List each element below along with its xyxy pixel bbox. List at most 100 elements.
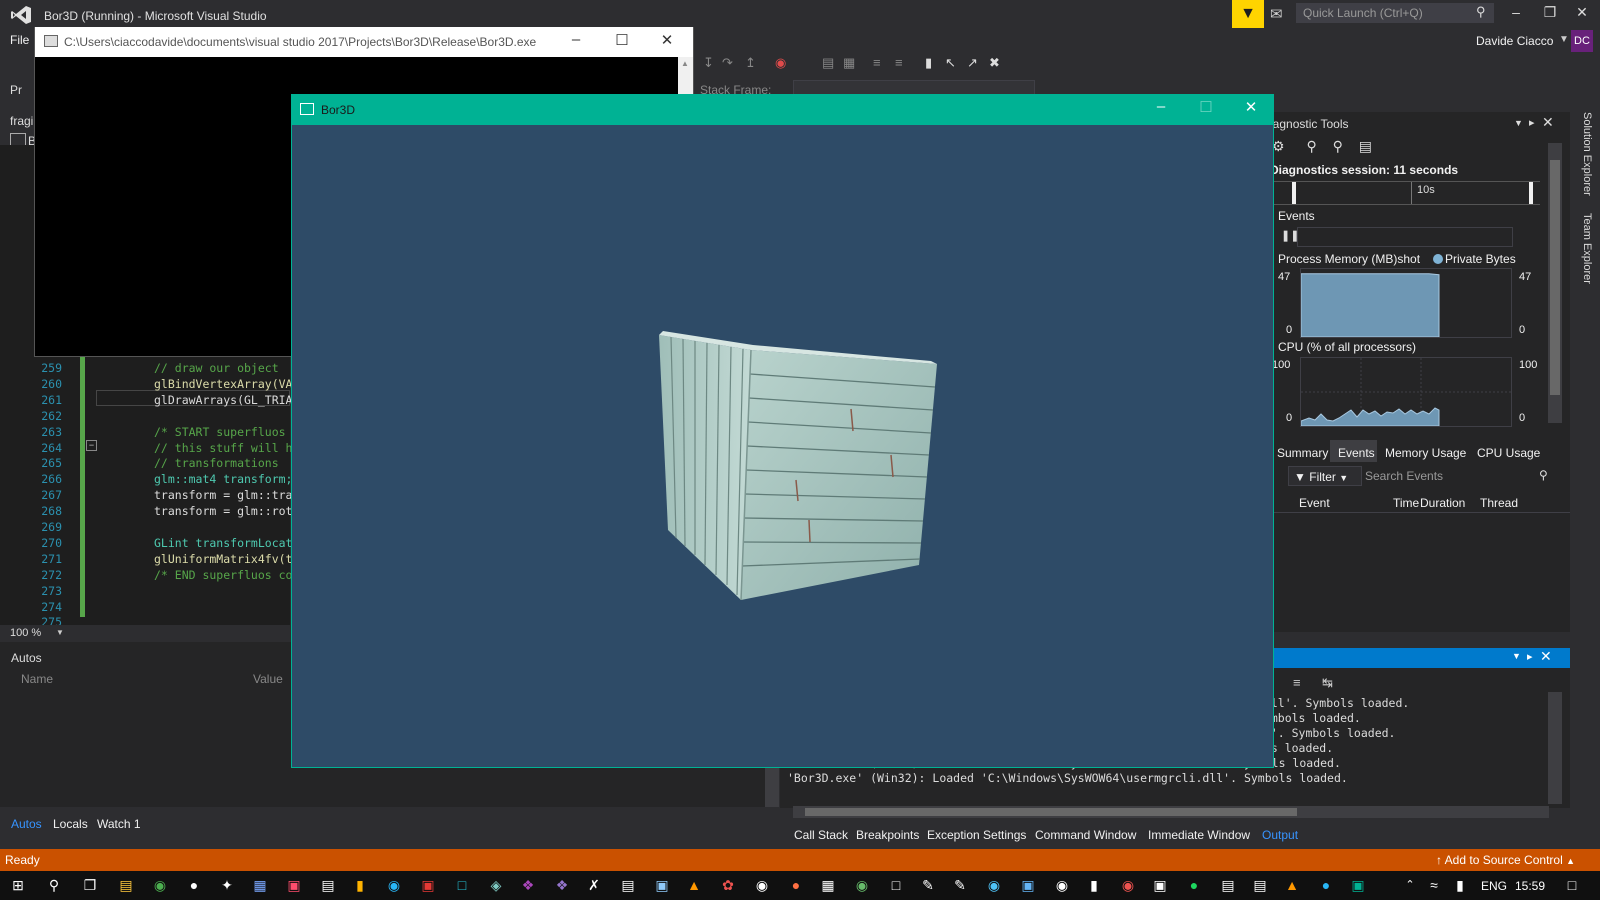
minimize-button[interactable]: – (1506, 4, 1526, 20)
breakpoints-icon[interactable]: ◉ (775, 55, 786, 71)
next-bookmark-icon[interactable]: ↗ (967, 55, 978, 71)
step-over-icon[interactable]: ↷ (722, 55, 733, 71)
skype-icon[interactable]: ● (1316, 875, 1336, 895)
side-tab-team-explorer[interactable]: Team Explorer (1581, 213, 1593, 284)
console-close-button[interactable]: ✕ (652, 31, 682, 49)
app-icon[interactable]: ◉ (1118, 875, 1138, 895)
close-icon[interactable]: ✕ (1542, 114, 1554, 131)
app-icon[interactable]: ● (184, 875, 204, 895)
clear-bookmarks-icon[interactable]: ✖ (989, 55, 1000, 71)
code-line[interactable]: /* END superfluos co (154, 568, 292, 582)
tab-immediate-window[interactable]: Immediate Window (1148, 828, 1250, 842)
app-icon[interactable]: ▣ (1018, 875, 1038, 895)
tab-memory-usage[interactable]: Memory Usage (1385, 446, 1466, 460)
tab-cpu-usage[interactable]: CPU Usage (1477, 446, 1540, 460)
code-line[interactable]: /* START superfluos (154, 425, 286, 439)
language-indicator[interactable]: ENG (1481, 879, 1507, 893)
timeline-handle-right[interactable] (1529, 182, 1533, 204)
timeline-handle-left[interactable] (1292, 182, 1296, 204)
sublime-icon[interactable]: ▮ (350, 875, 370, 895)
tab-exception-settings[interactable]: Exception Settings (927, 828, 1026, 842)
notifications-icon[interactable]: □ (1562, 875, 1582, 895)
chevron-up-icon[interactable]: ⌃ (1400, 875, 1420, 895)
console-maximize-button[interactable]: ☐ (607, 31, 637, 49)
memory-section-label[interactable]: Process Memory (MB)shot (1278, 252, 1420, 266)
zoom-out-icon[interactable]: ⚲ (1333, 138, 1343, 154)
code-line[interactable]: glm::mat4 transform; (154, 472, 292, 486)
bor3d-minimize-button[interactable]: – (1146, 98, 1176, 115)
app-icon[interactable]: ▤ (1250, 875, 1270, 895)
code-line[interactable]: // draw our object (154, 361, 279, 375)
app-icon[interactable]: ▦ (818, 875, 838, 895)
feedback-icon[interactable]: ✉ (1270, 5, 1283, 23)
app-icon[interactable]: ▮ (1084, 875, 1104, 895)
restore-button[interactable]: ❐ (1540, 4, 1560, 21)
search-icon[interactable]: ⚲ (1476, 4, 1486, 20)
pin-icon[interactable]: ▸ (1527, 650, 1533, 663)
close-icon[interactable]: ✕ (1540, 648, 1552, 665)
tab-breakpoints[interactable]: Breakpoints (856, 828, 919, 842)
tab-locals[interactable]: Locals (53, 817, 88, 831)
app-icon[interactable]: ✎ (918, 875, 938, 895)
step-into-icon[interactable]: ↧ (703, 55, 714, 71)
add-to-source-control-button[interactable]: ↑ Add to Source Control ▲ (1436, 853, 1575, 867)
thread-icon[interactable]: ▤ (822, 55, 834, 71)
cpu-section-label[interactable]: CPU (% of all processors) (1278, 340, 1416, 354)
tab-watch-1[interactable]: Watch 1 (97, 817, 141, 831)
filezilla-icon[interactable]: ▣ (418, 875, 438, 895)
app-icon[interactable]: ✎ (950, 875, 970, 895)
zoom-level[interactable]: 100 % (10, 627, 41, 639)
chevron-down-icon[interactable]: ▼ (56, 628, 64, 637)
notification-filter-icon[interactable]: ▼ (1232, 0, 1264, 28)
bor3d-taskbar-icon[interactable]: ▣ (1348, 875, 1368, 895)
user-name[interactable]: Davide Ciacco (1476, 34, 1553, 48)
app-icon[interactable]: ▣ (652, 875, 672, 895)
code-line[interactable]: transform = glm::rot (154, 504, 292, 518)
app-icon[interactable]: ◉ (984, 875, 1004, 895)
output-vertical-scrollbar[interactable] (1548, 692, 1562, 804)
windows-start-icon[interactable]: ⊞ (8, 875, 28, 895)
app-icon[interactable]: ✗ (584, 875, 604, 895)
steam-icon[interactable]: ◉ (752, 875, 772, 895)
tab-call-stack[interactable]: Call Stack (794, 828, 848, 842)
dropdown-icon[interactable]: ▼ (1514, 118, 1523, 128)
tab-autos[interactable]: Autos (11, 817, 42, 831)
app-icon[interactable]: ▤ (1218, 875, 1238, 895)
filter-dropdown[interactable]: ▼ Filter ▼ (1288, 466, 1362, 486)
visual-studio-taskbar-icon[interactable]: ❖ (518, 875, 538, 895)
column-header-time[interactable]: Time (1393, 496, 1419, 510)
menu-file[interactable]: File (10, 33, 29, 47)
search-icon[interactable]: ⚲ (1539, 468, 1548, 482)
tab-summary[interactable]: Summary (1277, 446, 1328, 460)
outdent-icon[interactable]: ≡ (895, 55, 903, 70)
tab-command-window[interactable]: Command Window (1035, 828, 1136, 842)
app-icon[interactable]: ▣ (1150, 875, 1170, 895)
app-icon[interactable]: ✦ (217, 875, 237, 895)
chrome-icon[interactable]: ◉ (150, 875, 170, 895)
prev-bookmark-icon[interactable]: ↖ (945, 55, 956, 71)
pin-icon[interactable]: ▸ (1529, 116, 1535, 129)
column-header-name[interactable]: Name (21, 672, 53, 686)
dropdown-icon[interactable]: ▼ (1512, 651, 1521, 661)
app-icon[interactable]: ▤ (318, 875, 338, 895)
spotify-icon[interactable]: ● (1184, 875, 1204, 895)
app-icon[interactable]: ▣ (284, 875, 304, 895)
code-line[interactable]: glDrawArrays(GL_TRIA (154, 393, 292, 407)
quick-launch-input[interactable]: Quick Launch (Ctrl+Q) (1296, 3, 1494, 23)
zoom-in-icon[interactable]: ⚲ (1306, 138, 1316, 154)
console-minimize-button[interactable]: – (561, 31, 591, 48)
side-tab-solution-explorer[interactable]: Solution Explorer (1581, 112, 1593, 196)
tab-events[interactable]: Events (1338, 446, 1375, 460)
app-icon[interactable]: ▦ (250, 875, 270, 895)
bor3d-title-bar[interactable] (291, 94, 1274, 125)
select-tools-icon[interactable]: ▤ (1359, 138, 1372, 154)
app-icon[interactable]: ◉ (852, 875, 872, 895)
bor3d-close-button[interactable]: ✕ (1236, 98, 1266, 116)
bor3d-maximize-button[interactable]: ☐ (1191, 98, 1221, 116)
firefox-icon[interactable]: ● (786, 875, 806, 895)
vlc-icon[interactable]: ▲ (684, 875, 704, 895)
bookmark-icon[interactable]: ▮ (925, 55, 932, 71)
scroll-up-icon[interactable]: ▲ (681, 59, 689, 68)
avatar[interactable]: DC (1571, 30, 1593, 52)
lightroom-icon[interactable]: □ (886, 875, 906, 895)
